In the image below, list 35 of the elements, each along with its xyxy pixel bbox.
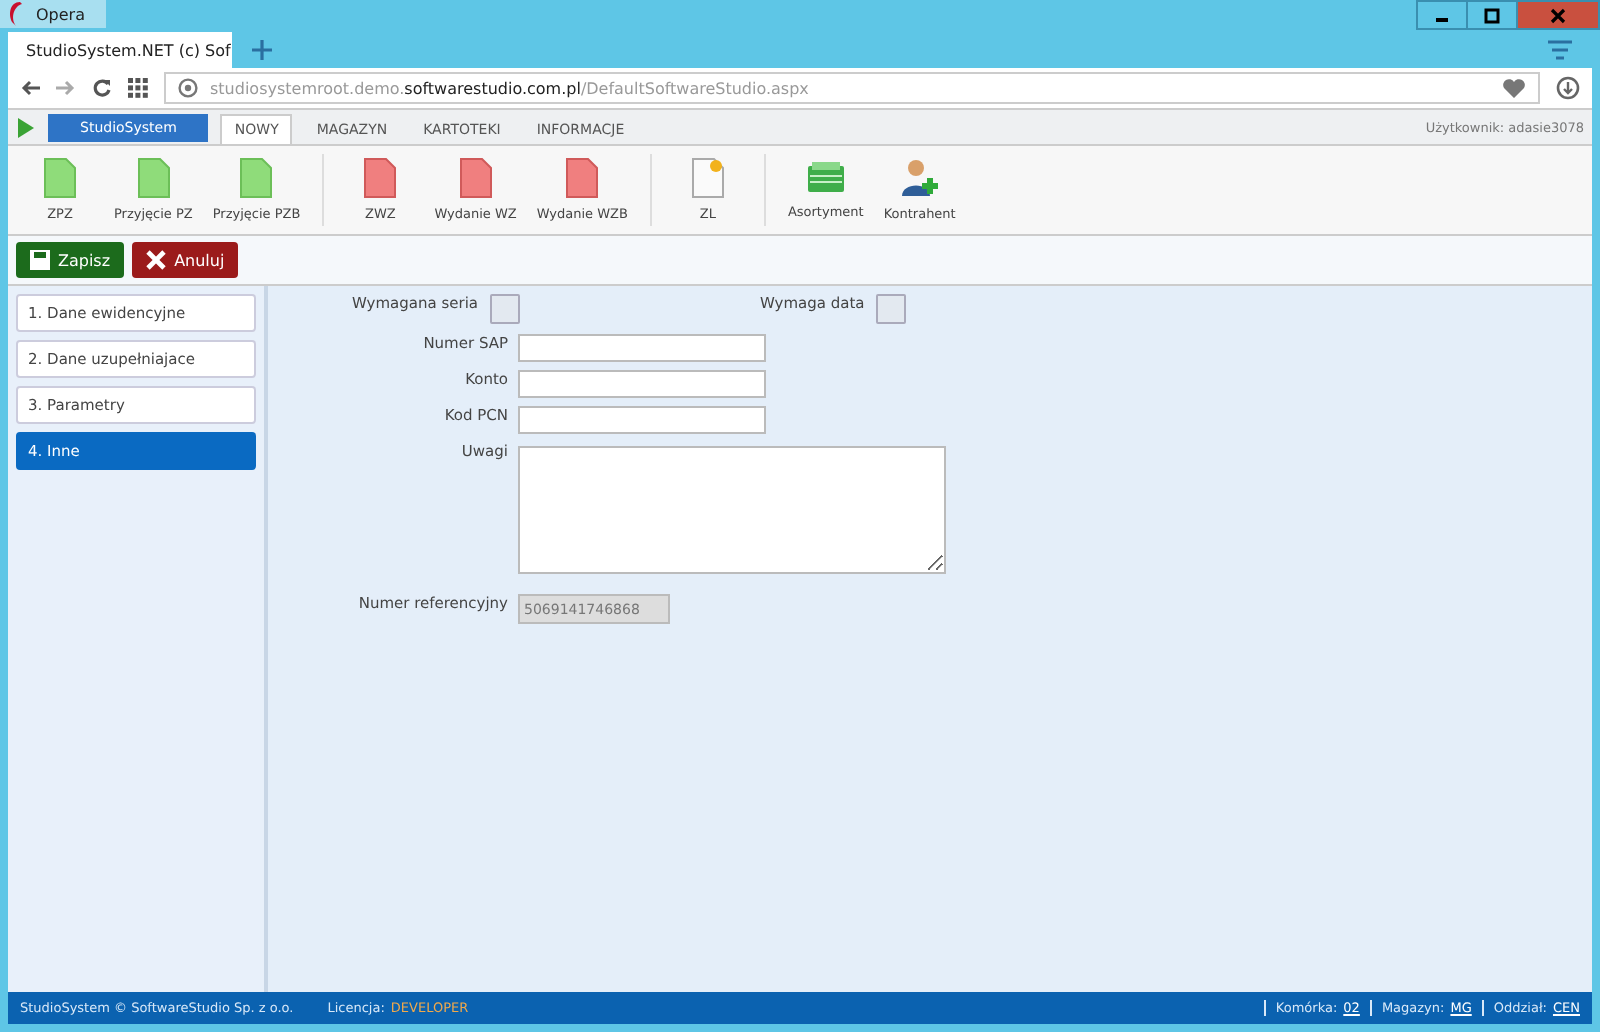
checkbox[interactable]: [490, 294, 520, 324]
document-icon: [240, 158, 273, 198]
download-icon[interactable]: [1556, 76, 1580, 100]
text-field[interactable]: [518, 334, 766, 362]
document-icon: [44, 158, 76, 198]
text-field[interactable]: [518, 406, 766, 434]
document-icon: [459, 158, 492, 198]
close-button[interactable]: [1516, 0, 1600, 30]
address-field[interactable]: studiosystemroot.demo.softwarestudio.com.pl/DefaultSoftwareStudio.aspx: [164, 72, 1540, 104]
minimize-button[interactable]: [1416, 0, 1468, 30]
play-logo-icon: [16, 115, 36, 139]
cross-icon: [146, 250, 167, 270]
menu-icon[interactable]: [1548, 40, 1572, 60]
grid-icon[interactable]: [128, 78, 148, 98]
document-icon: [364, 158, 397, 198]
heart-icon[interactable]: [1502, 77, 1526, 99]
note-document-icon: [691, 158, 724, 198]
browser-tab[interactable]: StudioSystem.NET (c) Sof: [8, 32, 232, 68]
add-person-icon: [899, 158, 940, 198]
close-icon: [1550, 7, 1566, 23]
reload-icon[interactable]: [92, 78, 112, 98]
forward-icon[interactable]: [56, 78, 76, 98]
document-icon: [137, 158, 170, 198]
opera-logo-icon: [8, 2, 28, 26]
cancel-button[interactable]: Anuluj: [132, 242, 239, 278]
checkbox[interactable]: [876, 294, 907, 324]
document-icon: [566, 158, 599, 198]
box-icon: [805, 160, 846, 196]
text-field[interactable]: [518, 370, 766, 398]
save-button[interactable]: Zapisz: [16, 242, 125, 278]
back-icon[interactable]: [20, 78, 40, 98]
maximize-icon: [1484, 7, 1500, 23]
maximize-button[interactable]: [1466, 0, 1518, 30]
notes-field[interactable]: [518, 446, 946, 574]
new-tab-icon[interactable]: [252, 40, 272, 60]
